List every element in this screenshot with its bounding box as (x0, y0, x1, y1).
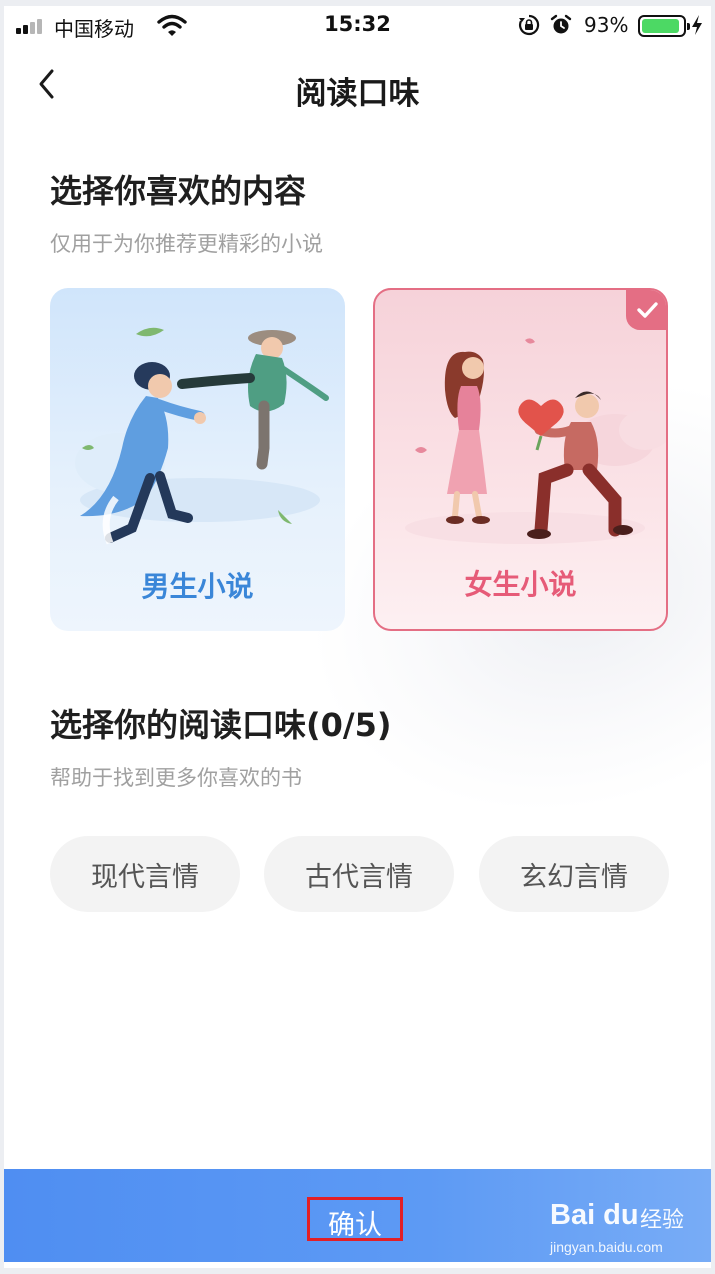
male-novel-card[interactable]: 男生小说 (50, 288, 345, 631)
male-novel-label: 男生小说 (141, 570, 254, 603)
status-bar: 中国移动 15:32 93% (4, 6, 711, 46)
taste-section-subtitle: 帮助于找到更多你喜欢的书 (50, 766, 302, 790)
content-section-title: 选择你喜欢的内容 (50, 172, 307, 210)
battery-percent: 93% (584, 13, 629, 37)
confirm-highlight-box: 确认 (307, 1197, 403, 1241)
content-section-subtitle: 仅用于为你推荐更精彩的小说 (50, 232, 323, 256)
rotation-lock-icon (518, 14, 540, 36)
charging-icon (692, 15, 702, 35)
watermark-text: 经验 (640, 1208, 685, 1233)
chip-ancient-romance[interactable]: 古代言情 (264, 836, 454, 912)
selected-check-icon (626, 290, 666, 330)
chip-modern-romance[interactable]: 现代言情 (50, 836, 240, 912)
confirm-label: 确认 (328, 1210, 382, 1241)
alarm-icon (550, 14, 572, 34)
female-novel-card[interactable]: 女生小说 (373, 288, 668, 631)
taste-section-title: 选择你的阅读口味(0/5) (50, 706, 392, 744)
female-novel-label: 女生小说 (464, 568, 577, 601)
baidu-logo: Bai du (550, 1199, 639, 1231)
chip-fantasy-romance[interactable]: 玄幻言情 (479, 836, 669, 912)
watermark-url: jingyan.baidu.com (550, 1239, 663, 1255)
page-title: 阅读口味 (295, 76, 420, 112)
confirm-button[interactable]: 确认 Bai du 经验 jingyan.baidu.com (4, 1169, 711, 1262)
battery-icon (638, 15, 690, 37)
screen: 中国移动 15:32 93% 阅读口味 选择你喜欢的内容 仅用于为你推荐更精彩的… (4, 6, 711, 1268)
